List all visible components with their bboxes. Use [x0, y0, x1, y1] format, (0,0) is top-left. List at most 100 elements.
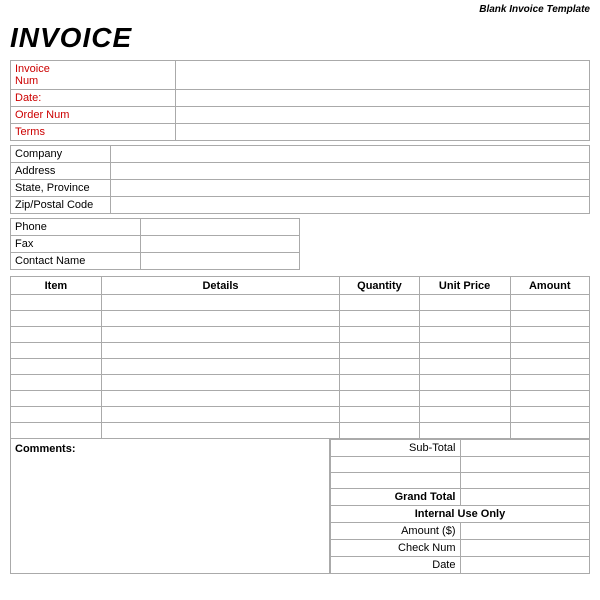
internal-amount-value[interactable]	[460, 523, 590, 540]
state-value[interactable]	[111, 180, 590, 197]
row-5-item[interactable]	[11, 375, 102, 391]
blank-row1-value[interactable]	[460, 457, 590, 473]
invoice-page: Blank Invoice Template INVOICE InvoiceNu…	[0, 0, 600, 600]
row-7-item[interactable]	[11, 407, 102, 423]
row-8-amount[interactable]	[510, 423, 590, 439]
row-2-amount[interactable]	[510, 327, 590, 343]
row-2-item[interactable]	[11, 327, 102, 343]
row-8-item[interactable]	[11, 423, 102, 439]
blank-row2-value[interactable]	[460, 473, 590, 489]
row-4-quantity[interactable]	[340, 359, 419, 375]
row-2-unit_price[interactable]	[419, 327, 510, 343]
row-5-details[interactable]	[101, 375, 339, 391]
fax-label: Fax	[11, 236, 141, 253]
col-header-unit-price: Unit Price	[419, 277, 510, 295]
watermark-text: Blank Invoice Template	[479, 4, 590, 15]
row-6-unit_price[interactable]	[419, 391, 510, 407]
row-1-details[interactable]	[101, 311, 339, 327]
row-1-item[interactable]	[11, 311, 102, 327]
row-2-quantity[interactable]	[340, 327, 419, 343]
order-num-value[interactable]	[176, 107, 590, 124]
contact-name-label: Contact Name	[11, 253, 141, 270]
comments-label: Comments:	[15, 443, 76, 455]
row-3-item[interactable]	[11, 343, 102, 359]
row-3-unit_price[interactable]	[419, 343, 510, 359]
row-4-unit_price[interactable]	[419, 359, 510, 375]
date-label: Date:	[11, 90, 176, 107]
row-0-item[interactable]	[11, 295, 102, 311]
row-5-amount[interactable]	[510, 375, 590, 391]
company-label: Company	[11, 146, 111, 163]
row-6-item[interactable]	[11, 391, 102, 407]
terms-value[interactable]	[176, 124, 590, 141]
internal-date-label: Date	[331, 557, 461, 574]
row-1-unit_price[interactable]	[419, 311, 510, 327]
totals-area: Sub-Total Grand Total Internal Use Only	[330, 439, 590, 574]
row-7-details[interactable]	[101, 407, 339, 423]
zip-label: Zip/Postal Code	[11, 197, 111, 214]
row-2-details[interactable]	[101, 327, 339, 343]
row-0-quantity[interactable]	[340, 295, 419, 311]
blank-row2-label	[331, 473, 461, 489]
contact-name-value[interactable]	[141, 253, 300, 270]
table-row	[11, 391, 590, 407]
row-3-amount[interactable]	[510, 343, 590, 359]
row-3-quantity[interactable]	[340, 343, 419, 359]
row-7-unit_price[interactable]	[419, 407, 510, 423]
row-7-quantity[interactable]	[340, 407, 419, 423]
table-row	[11, 407, 590, 423]
row-0-unit_price[interactable]	[419, 295, 510, 311]
address-table: Company Address State, Province Zip/Post…	[10, 145, 590, 214]
table-row	[11, 311, 590, 327]
col-header-item: Item	[11, 277, 102, 295]
row-8-unit_price[interactable]	[419, 423, 510, 439]
table-row	[11, 359, 590, 375]
contact-table: Phone Fax Contact Name	[10, 218, 300, 270]
col-header-amount: Amount	[510, 277, 590, 295]
row-5-unit_price[interactable]	[419, 375, 510, 391]
row-4-details[interactable]	[101, 359, 339, 375]
row-4-item[interactable]	[11, 359, 102, 375]
totals-table: Sub-Total Grand Total Internal Use Only	[330, 439, 590, 574]
state-label: State, Province	[11, 180, 111, 197]
comments-area[interactable]: Comments:	[10, 439, 330, 574]
company-value[interactable]	[111, 146, 590, 163]
table-row	[11, 423, 590, 439]
col-header-quantity: Quantity	[340, 277, 419, 295]
row-6-quantity[interactable]	[340, 391, 419, 407]
phone-label: Phone	[11, 219, 141, 236]
row-8-quantity[interactable]	[340, 423, 419, 439]
subtotal-label: Sub-Total	[331, 440, 461, 457]
row-4-amount[interactable]	[510, 359, 590, 375]
row-7-amount[interactable]	[510, 407, 590, 423]
header-info-table: InvoiceNum Date: Order Num Terms	[10, 60, 590, 141]
table-row	[11, 295, 590, 311]
subtotal-value[interactable]	[460, 440, 590, 457]
internal-check-label: Check Num	[331, 540, 461, 557]
table-row	[11, 375, 590, 391]
phone-value[interactable]	[141, 219, 300, 236]
internal-amount-label: Amount ($)	[331, 523, 461, 540]
invoice-num-value[interactable]	[176, 61, 590, 90]
row-1-amount[interactable]	[510, 311, 590, 327]
address-value[interactable]	[111, 163, 590, 180]
invoice-title: INVOICE	[10, 22, 590, 54]
row-8-details[interactable]	[101, 423, 339, 439]
row-6-amount[interactable]	[510, 391, 590, 407]
date-value[interactable]	[176, 90, 590, 107]
row-0-details[interactable]	[101, 295, 339, 311]
row-3-details[interactable]	[101, 343, 339, 359]
row-1-quantity[interactable]	[340, 311, 419, 327]
row-0-amount[interactable]	[510, 295, 590, 311]
grand-total-value[interactable]	[460, 489, 590, 506]
row-6-details[interactable]	[101, 391, 339, 407]
fax-value[interactable]	[141, 236, 300, 253]
address-label: Address	[11, 163, 111, 180]
internal-check-value[interactable]	[460, 540, 590, 557]
internal-date-value[interactable]	[460, 557, 590, 574]
line-items-table: Item Details Quantity Unit Price Amount	[10, 276, 590, 439]
zip-value[interactable]	[111, 197, 590, 214]
row-5-quantity[interactable]	[340, 375, 419, 391]
grand-total-label: Grand Total	[331, 489, 461, 506]
col-header-details: Details	[101, 277, 339, 295]
